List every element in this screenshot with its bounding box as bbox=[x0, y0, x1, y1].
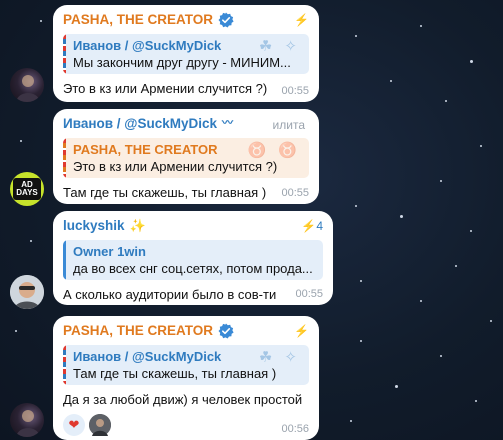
reply-text: Там где ты скажешь, ты главная ) bbox=[73, 366, 277, 381]
heart-reaction[interactable]: ❤ bbox=[63, 414, 85, 436]
message-bubble[interactable]: PASHA, THE CREATOR ⚡ Иванов / @SuckMyDic… bbox=[53, 316, 319, 440]
avatar-logo: AD DAYS bbox=[13, 178, 41, 200]
message-time: 00:55 bbox=[281, 85, 309, 97]
avatar-image bbox=[16, 75, 40, 102]
boost-count: 4 bbox=[316, 219, 323, 233]
reply-quote[interactable]: Owner 1win да во всех снг соц.сетях, пот… bbox=[63, 240, 323, 280]
reply-sender: Owner 1win bbox=[73, 244, 146, 259]
avatar[interactable]: AD DAYS bbox=[10, 172, 44, 206]
verified-icon bbox=[218, 323, 234, 338]
reply-quote[interactable]: Иванов / @SuckMyDick Мы закончим друг др… bbox=[63, 34, 309, 74]
reply-text: да во всех снг соц.сетях, потом прода... bbox=[73, 261, 313, 276]
reply-text: Мы закончим друг другу - МИНИМ... bbox=[73, 55, 291, 70]
message-text: Да я за любой движ) я человек простой bbox=[63, 392, 303, 407]
admin-title: илита bbox=[272, 118, 305, 132]
message-text: А сколько аудитории было в сов-ти bbox=[63, 287, 277, 302]
message-time: 00:55 bbox=[295, 288, 323, 300]
reply-text: Это в кз или Армении случится ?) bbox=[73, 159, 278, 174]
reply-quote[interactable]: Иванов / @SuckMyDick Там где ты скажешь,… bbox=[63, 345, 309, 385]
reply-quote[interactable]: PASHA, THE CREATOR Это в кз или Армении … bbox=[63, 138, 309, 178]
message-time: 00:56 bbox=[281, 423, 309, 435]
message-text: Там где ты скажешь, ты главная ) bbox=[63, 185, 267, 200]
avatar-image bbox=[16, 410, 40, 437]
sender-name[interactable]: luckyshik ✨ bbox=[63, 217, 323, 234]
message-bubble[interactable]: PASHA, THE CREATOR ⚡ Иванов / @SuckMyDic… bbox=[53, 5, 319, 102]
sparkle-icon: ✨ bbox=[129, 218, 146, 233]
fish-emoji-icon: 〰 bbox=[221, 117, 233, 129]
sender-name[interactable]: PASHA, THE CREATOR bbox=[63, 11, 309, 28]
boost-icon: ⚡ bbox=[301, 219, 317, 233]
lightning-icon: ⚡ bbox=[294, 324, 309, 338]
verified-icon bbox=[218, 12, 234, 27]
user-avatar-reaction[interactable] bbox=[89, 414, 111, 436]
boost-badge: ⚡4 bbox=[301, 219, 323, 233]
sender-name-label: Иванов / @SuckMyDick bbox=[63, 116, 217, 131]
reply-pattern-icon: ☘ ✧ bbox=[258, 38, 301, 55]
avatar-image bbox=[10, 275, 44, 309]
reactor-avatar-icon bbox=[89, 414, 111, 436]
avatar[interactable] bbox=[10, 275, 44, 309]
message-text: Это в кз или Армении случится ?) bbox=[63, 81, 268, 96]
avatar[interactable] bbox=[10, 68, 44, 102]
avatar[interactable] bbox=[10, 403, 44, 437]
message-time: 00:55 bbox=[281, 187, 309, 199]
lightning-icon: ⚡ bbox=[294, 13, 309, 27]
sender-name-label: PASHA, THE CREATOR bbox=[63, 12, 214, 27]
reactions: ❤ bbox=[63, 414, 309, 436]
reply-pattern-icon: ♉ ♉ bbox=[247, 142, 301, 159]
sender-name-label: PASHA, THE CREATOR bbox=[63, 323, 214, 338]
message-bubble[interactable]: luckyshik ✨ ⚡4 Owner 1win да во всех снг… bbox=[53, 211, 333, 305]
reply-pattern-icon: ☘ ✧ bbox=[258, 349, 301, 366]
message-bubble[interactable]: Иванов / @SuckMyDick 〰 илита PASHA, THE … bbox=[53, 109, 319, 204]
heart-icon: ❤ bbox=[68, 417, 80, 432]
sender-name[interactable]: PASHA, THE CREATOR bbox=[63, 322, 309, 339]
sender-name-label: luckyshik bbox=[63, 218, 125, 233]
